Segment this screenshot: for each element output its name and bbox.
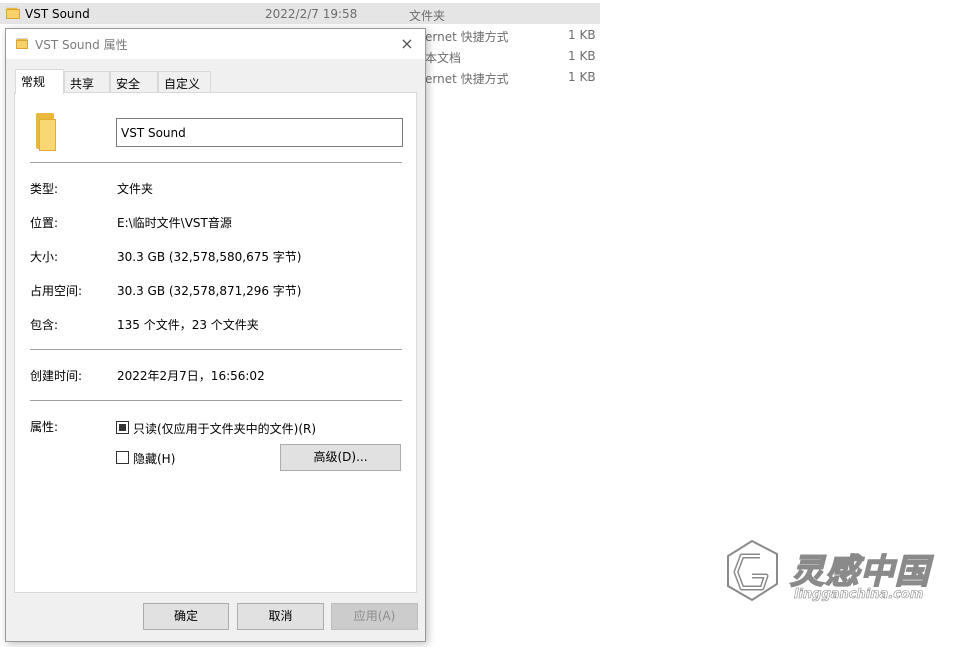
contains-label: 包含: — [30, 318, 59, 332]
hidden-label[interactable]: 隐藏(H) — [133, 450, 175, 467]
apply-button[interactable]: 应用(A) — [331, 603, 418, 630]
tab-security[interactable]: 安全 — [110, 71, 158, 93]
close-icon: × — [400, 34, 414, 53]
advanced-button[interactable]: 高级(D)... — [280, 444, 401, 471]
hidden-checkbox[interactable] — [116, 451, 129, 464]
watermark-url: lingganchina.com — [794, 587, 924, 603]
explorer-row-type: 本文档 — [425, 51, 462, 65]
watermark-logo-icon — [727, 539, 778, 602]
explorer-row-name: VST Sound — [25, 7, 90, 21]
explorer-row-size: 1 KB — [568, 49, 596, 63]
general-panel: 类型: 文件夹 位置: E:\临时文件\VST音源 大小: 30.3 GB (3… — [14, 92, 417, 593]
properties-dialog: VST Sound 属性 × 常规 共享 安全 自定义 类型: 文件夹 位置: … — [5, 28, 426, 642]
size-value: 30.3 GB (32,578,580,675 字节) — [117, 250, 302, 264]
readonly-label[interactable]: 只读(仅应用于文件夹中的文件)(R) — [133, 420, 316, 437]
tab-sharing[interactable]: 共享 — [64, 71, 110, 93]
divider — [30, 162, 402, 163]
readonly-checkbox[interactable] — [116, 421, 129, 434]
disk-size-label: 占用空间: — [30, 284, 83, 298]
explorer-row-type: ernet 快捷方式 — [425, 30, 509, 44]
explorer-row-vst-sound[interactable]: VST Sound 2022/2/7 19:58 文件夹 — [0, 3, 600, 24]
explorer-row-size: 1 KB — [568, 70, 596, 84]
size-label: 大小: — [30, 250, 59, 264]
type-value: 文件夹 — [117, 182, 154, 196]
location-value: E:\临时文件\VST音源 — [117, 216, 232, 230]
watermark: 灵感中国 lingganchina.com — [722, 538, 944, 608]
explorer-row-type: ernet 快捷方式 — [425, 72, 509, 86]
folder-icon — [6, 7, 20, 19]
explorer-row-type: 文件夹 — [409, 9, 446, 23]
close-button[interactable]: × — [397, 34, 417, 54]
explorer-row-date: 2022/2/7 19:58 — [265, 7, 358, 21]
divider — [30, 349, 402, 350]
dialog-title: VST Sound 属性 — [35, 38, 128, 52]
tab-general[interactable]: 常规 — [15, 69, 64, 94]
folder-name-input[interactable] — [116, 118, 403, 147]
folder-icon — [34, 113, 56, 151]
cancel-button[interactable]: 取消 — [237, 603, 324, 630]
watermark-text: 灵感中国 — [789, 551, 930, 593]
folder-icon — [16, 38, 28, 49]
type-label: 类型: — [30, 182, 59, 196]
location-label: 位置: — [30, 216, 59, 230]
explorer-row-size: 1 KB — [568, 28, 596, 42]
disk-size-value: 30.3 GB (32,578,871,296 字节) — [117, 284, 302, 298]
divider — [30, 400, 402, 401]
contains-value: 135 个文件，23 个文件夹 — [117, 318, 259, 332]
attributes-label: 属性: — [30, 420, 59, 434]
tab-customize[interactable]: 自定义 — [158, 71, 211, 93]
ok-button[interactable]: 确定 — [143, 603, 229, 630]
created-label: 创建时间: — [30, 369, 83, 383]
title-bar[interactable]: VST Sound 属性 × — [6, 29, 425, 59]
created-value: 2022年2月7日，16:56:02 — [117, 369, 265, 383]
